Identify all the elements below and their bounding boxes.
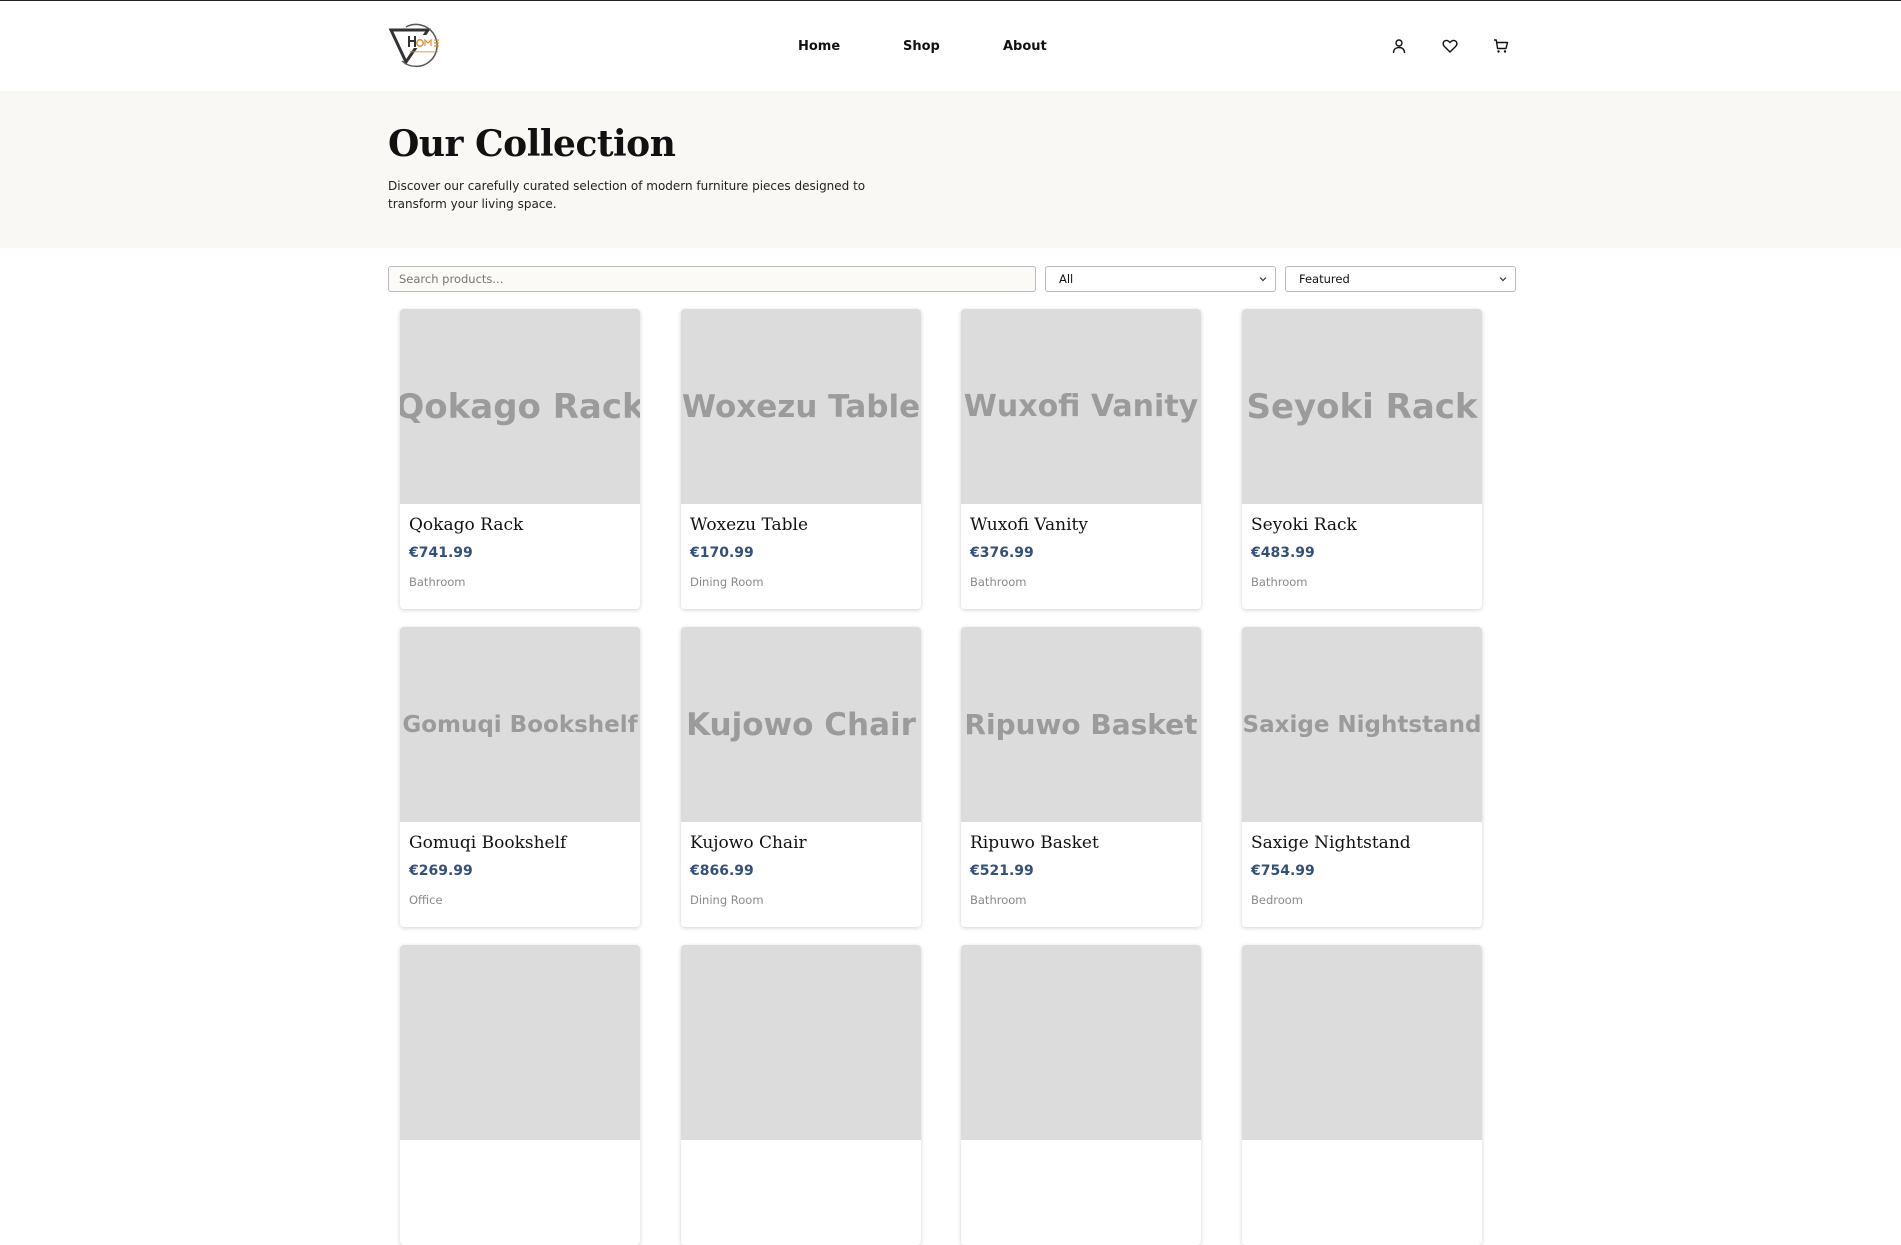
product-price: €269.99: [409, 863, 473, 879]
product-card[interactable]: Seyoki Rack Seyoki Rack €483.99 Bathroom: [1242, 309, 1482, 609]
product-image-placeholder: Kujowo Chair: [681, 627, 921, 822]
chevron-down-icon: [1259, 277, 1267, 282]
product-name: Wuxofi Vanity: [970, 515, 1088, 535]
nav-shop[interactable]: Shop: [903, 39, 940, 54]
product-category: Dining Room: [690, 893, 764, 907]
page-title: Our Collection: [388, 123, 676, 165]
product-image-placeholder: Ripuwo Basket: [961, 627, 1201, 822]
product-price: €170.99: [690, 545, 754, 561]
user-icon[interactable]: [1390, 37, 1408, 55]
product-card[interactable]: [681, 945, 921, 1245]
product-image-text: Saxige Nightstand: [1242, 711, 1482, 738]
product-category: Dining Room: [690, 575, 764, 589]
product-price: €483.99: [1251, 545, 1315, 561]
site-header: Home Shop About: [0, 1, 1901, 91]
product-image-placeholder: [961, 945, 1201, 1140]
product-image-placeholder: [400, 945, 640, 1140]
product-image-placeholder: Seyoki Rack: [1242, 309, 1482, 504]
cart-icon[interactable]: [1492, 37, 1510, 55]
product-card[interactable]: [400, 945, 640, 1245]
product-price: €754.99: [1251, 863, 1315, 879]
product-image-text: Wuxofi Vanity: [963, 389, 1199, 424]
product-name: Qokago Rack: [409, 515, 524, 535]
product-image-placeholder: Saxige Nightstand: [1242, 627, 1482, 822]
product-category: Bathroom: [1251, 575, 1308, 589]
product-image-placeholder: Woxezu Table: [681, 309, 921, 504]
product-image-text: Gomuqi Bookshelf: [402, 711, 638, 738]
product-category: Bathroom: [970, 893, 1027, 907]
product-image-placeholder: [1242, 945, 1482, 1140]
product-card[interactable]: Saxige Nightstand Saxige Nightstand €754…: [1242, 627, 1482, 927]
hero-section: Our Collection Discover our carefully cu…: [0, 91, 1901, 248]
product-image-placeholder: Qokago Rack: [400, 309, 640, 504]
product-image-text: Seyoki Rack: [1246, 386, 1478, 427]
nav-about[interactable]: About: [1003, 39, 1047, 54]
sort-select-value: Featured: [1299, 272, 1350, 286]
product-category: Bathroom: [409, 575, 466, 589]
product-name: Ripuwo Basket: [970, 833, 1099, 853]
product-price: €866.99: [690, 863, 754, 879]
product-image-placeholder: Gomuqi Bookshelf: [400, 627, 640, 822]
filter-bar: All Featured: [0, 248, 1901, 308]
product-card[interactable]: Ripuwo Basket Ripuwo Basket €521.99 Bath…: [961, 627, 1201, 927]
product-name: Saxige Nightstand: [1251, 833, 1411, 853]
product-price: €741.99: [409, 545, 473, 561]
product-name: Gomuqi Bookshelf: [409, 833, 567, 853]
product-image-text: Ripuwo Basket: [964, 708, 1198, 741]
page-description: Discover our carefully curated selection…: [388, 179, 866, 211]
product-category: Office: [409, 893, 443, 907]
nav-home[interactable]: Home: [798, 39, 840, 54]
product-price: €521.99: [970, 863, 1034, 879]
product-card[interactable]: Kujowo Chair Kujowo Chair €866.99 Dining…: [681, 627, 921, 927]
search-input[interactable]: [388, 266, 1036, 292]
product-image-placeholder: Wuxofi Vanity: [961, 309, 1201, 504]
product-image-text: Kujowo Chair: [686, 706, 916, 743]
category-select-value: All: [1059, 272, 1074, 286]
product-card[interactable]: Wuxofi Vanity Wuxofi Vanity €376.99 Bath…: [961, 309, 1201, 609]
product-card[interactable]: [1242, 945, 1482, 1245]
product-image-placeholder: [681, 945, 921, 1140]
product-card[interactable]: Woxezu Table Woxezu Table €170.99 Dining…: [681, 309, 921, 609]
product-card[interactable]: Gomuqi Bookshelf Gomuqi Bookshelf €269.9…: [400, 627, 640, 927]
product-card[interactable]: [961, 945, 1201, 1245]
product-image-text: Woxezu Table: [681, 388, 921, 425]
header-actions: [1390, 37, 1520, 57]
product-category: Bedroom: [1251, 893, 1304, 907]
product-image-text: Qokago Rack: [400, 386, 640, 427]
product-name: Seyoki Rack: [1251, 515, 1357, 535]
product-card[interactable]: Qokago Rack Qokago Rack €741.99 Bathroom: [400, 309, 640, 609]
product-name: Kujowo Chair: [690, 833, 807, 853]
heart-icon[interactable]: [1441, 37, 1459, 55]
product-price: €376.99: [970, 545, 1034, 561]
main-nav: Home Shop About: [0, 39, 1901, 59]
category-select[interactable]: All: [1045, 266, 1276, 292]
sort-select[interactable]: Featured: [1285, 266, 1516, 292]
product-category: Bathroom: [970, 575, 1027, 589]
chevron-down-icon: [1499, 277, 1507, 282]
product-name: Woxezu Table: [690, 515, 809, 535]
